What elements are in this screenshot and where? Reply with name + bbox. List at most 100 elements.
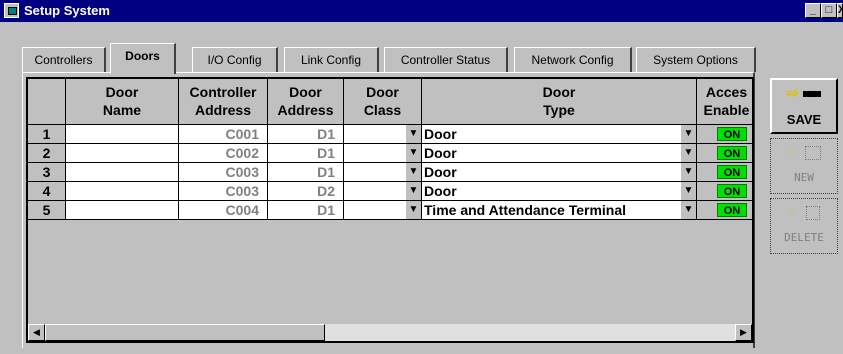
header-line: Door: [289, 84, 322, 100]
door-name-cell[interactable]: [66, 201, 179, 220]
door-name-cell[interactable]: [66, 163, 179, 182]
on-badge[interactable]: ON: [717, 184, 747, 198]
door-type-select[interactable]: Door ▼: [422, 125, 697, 144]
horizontal-scrollbar[interactable]: ◀ ▶: [28, 324, 752, 341]
tab-link-config[interactable]: Link Config: [284, 47, 379, 72]
title-bar: Setup System _ □ X: [0, 0, 843, 22]
door-class-select[interactable]: ▼: [344, 125, 422, 144]
row-number[interactable]: 4: [28, 182, 66, 201]
controller-address-cell[interactable]: C003: [179, 182, 268, 201]
save-button[interactable]: ⇨ SAVE: [770, 78, 838, 134]
dropdown-arrow-icon[interactable]: ▼: [680, 182, 696, 200]
dropdown-arrow-icon[interactable]: ▼: [680, 201, 696, 219]
door-type-select[interactable]: Door ▼: [422, 182, 697, 201]
door-address-cell[interactable]: D1: [268, 163, 344, 182]
on-badge[interactable]: ON: [717, 165, 747, 179]
access-enable-cell[interactable]: ON: [697, 182, 752, 201]
controller-address-cell[interactable]: C003: [179, 163, 268, 182]
scroll-left-icon[interactable]: ◀: [28, 324, 45, 341]
header-door-type[interactable]: Door Type: [422, 79, 697, 125]
door-type-value: Door: [424, 164, 457, 180]
tab-io-config[interactable]: I/O Config: [192, 47, 278, 72]
tab-system-options[interactable]: System Options: [636, 47, 756, 72]
header-door-name[interactable]: Door Name: [66, 79, 179, 125]
header-line: Door: [105, 84, 139, 100]
maximize-button[interactable]: □: [821, 3, 837, 18]
minimize-button[interactable]: _: [805, 3, 821, 18]
door-class-select[interactable]: ▼: [344, 144, 422, 163]
dropdown-arrow-icon[interactable]: ▼: [405, 201, 421, 219]
header-access-enable[interactable]: Acces Enable: [697, 79, 752, 125]
close-button[interactable]: X: [837, 3, 843, 18]
scroll-thumb[interactable]: [45, 324, 325, 341]
dropdown-arrow-icon[interactable]: ▼: [680, 125, 696, 143]
access-enable-cell[interactable]: ON: [697, 144, 752, 163]
header-line: Type: [543, 102, 575, 118]
dropdown-arrow-icon[interactable]: ▼: [405, 182, 421, 200]
door-type-value: Door: [424, 145, 457, 161]
header-line: Address: [277, 102, 334, 118]
doors-grid[interactable]: Door Name Controller Address Door Address D…: [26, 77, 754, 343]
header-line: Address: [194, 102, 252, 118]
door-name-cell[interactable]: [66, 125, 179, 144]
on-badge[interactable]: ON: [717, 127, 747, 141]
row-number[interactable]: 2: [28, 144, 66, 163]
header-line: Door: [366, 84, 399, 100]
row-number[interactable]: 1: [28, 125, 66, 144]
door-address-cell[interactable]: D1: [268, 144, 344, 163]
new-button[interactable]: ⇨ NEW: [770, 138, 838, 194]
on-badge[interactable]: ON: [717, 203, 747, 217]
row-number[interactable]: 5: [28, 201, 66, 220]
door-type-select[interactable]: Door ▼: [422, 163, 697, 182]
row-number[interactable]: 3: [28, 163, 66, 182]
header-controller-address[interactable]: Controller Address: [179, 79, 268, 125]
tab-network-config[interactable]: Network Config: [514, 47, 632, 72]
header-line: Enable: [703, 102, 750, 118]
door-name-cell[interactable]: [66, 144, 179, 163]
controller-address-cell[interactable]: C001: [179, 125, 268, 144]
window-title: Setup System: [24, 3, 110, 18]
door-address-cell[interactable]: D1: [268, 201, 344, 220]
app-icon[interactable]: [4, 3, 19, 18]
dropdown-arrow-icon[interactable]: ▼: [680, 163, 696, 181]
save-icon: ⇨: [772, 80, 836, 112]
header-door-class[interactable]: Door Class: [344, 79, 422, 125]
header-line: Class: [363, 102, 402, 118]
controller-address-cell[interactable]: C002: [179, 144, 268, 163]
door-type-value: Time and Attendance Terminal: [424, 202, 627, 218]
header-line: Controller: [189, 84, 257, 100]
door-address-cell[interactable]: D1: [268, 125, 344, 144]
dropdown-arrow-icon[interactable]: ▼: [680, 144, 696, 162]
save-button-label: SAVE: [786, 112, 822, 127]
tab-controller-status[interactable]: Controller Status: [384, 47, 508, 72]
tab-doors[interactable]: Doors: [110, 43, 176, 74]
header-line: Name: [102, 102, 142, 118]
delete-button-label: DELETE: [784, 231, 824, 244]
controller-address-cell[interactable]: C004: [179, 201, 268, 220]
access-enable-cell[interactable]: ON: [697, 201, 752, 220]
access-enable-cell[interactable]: ON: [697, 163, 752, 182]
new-icon: ⇨: [771, 139, 837, 171]
header-line: Door: [542, 84, 576, 100]
dropdown-arrow-icon[interactable]: ▼: [405, 125, 421, 143]
door-name-cell[interactable]: [66, 182, 179, 201]
door-type-value: Door: [424, 183, 457, 199]
dropdown-arrow-icon[interactable]: ▼: [405, 163, 421, 181]
trash-icon: ⇨: [771, 199, 837, 231]
on-badge[interactable]: ON: [717, 146, 747, 160]
header-line: Acces: [705, 84, 748, 100]
door-address-cell[interactable]: D2: [268, 182, 344, 201]
door-class-select[interactable]: ▼: [344, 163, 422, 182]
door-class-select[interactable]: ▼: [344, 182, 422, 201]
door-type-select[interactable]: Door ▼: [422, 144, 697, 163]
header-door-address[interactable]: Door Address: [268, 79, 344, 125]
door-class-select[interactable]: ▼: [344, 201, 422, 220]
door-type-select[interactable]: Time and Attendance Terminal ▼: [422, 201, 697, 220]
delete-button[interactable]: ⇨ DELETE: [770, 198, 838, 254]
corner-header: [28, 79, 66, 125]
scroll-right-icon[interactable]: ▶: [735, 324, 752, 341]
new-button-label: NEW: [794, 171, 814, 184]
tab-controllers[interactable]: Controllers: [22, 47, 106, 72]
access-enable-cell[interactable]: ON: [697, 125, 752, 144]
dropdown-arrow-icon[interactable]: ▼: [405, 144, 421, 162]
